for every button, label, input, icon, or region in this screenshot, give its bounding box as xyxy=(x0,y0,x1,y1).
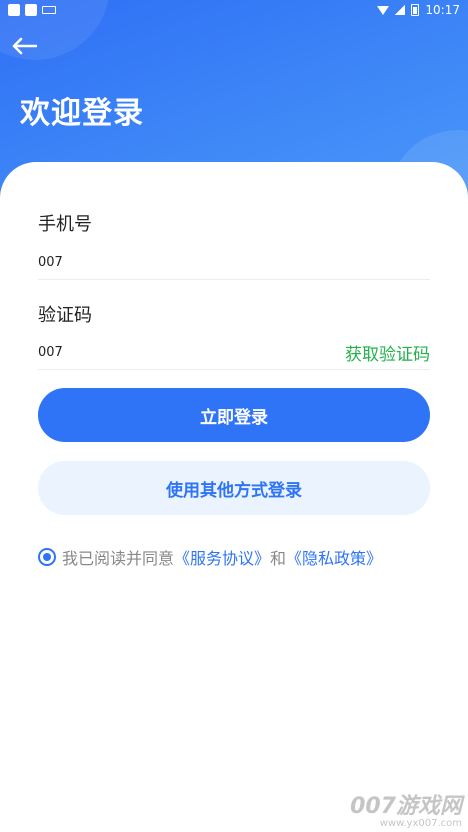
arrow-left-icon xyxy=(12,37,37,55)
signal-icon xyxy=(395,5,406,15)
privacy-policy-link[interactable]: 《隐私政策》 xyxy=(286,545,382,569)
check-dot-icon xyxy=(43,553,51,561)
code-divider xyxy=(38,369,430,370)
status-bar: 10:17 xyxy=(0,0,468,20)
get-code-button[interactable]: 获取验证码 xyxy=(345,340,430,365)
agreement-prefix: 我已阅读并同意 xyxy=(62,549,175,568)
code-label: 验证码 xyxy=(38,305,92,326)
agreement-checkbox[interactable] xyxy=(38,548,56,566)
phone-input[interactable] xyxy=(38,246,430,280)
app-notification-icon xyxy=(42,6,56,14)
agreement-row: 我已阅读并同意 《服务协议》 和 《隐私政策》 xyxy=(38,545,382,569)
page-title: 欢迎登录 xyxy=(20,96,144,131)
battery-icon xyxy=(411,4,420,16)
service-agreement-link[interactable]: 《服务协议》 xyxy=(174,545,270,569)
phone-label: 手机号 xyxy=(38,214,92,235)
other-login-button[interactable]: 使用其他方式登录 xyxy=(38,461,430,515)
status-time: 10:17 xyxy=(425,3,460,17)
watermark: 007游戏网 www.yx007.com xyxy=(350,788,462,829)
notification-icon xyxy=(8,4,20,16)
notification-icon xyxy=(25,4,37,16)
agreement-joiner: 和 xyxy=(270,549,287,568)
watermark-main: 007游戏网 xyxy=(350,794,462,819)
back-button[interactable] xyxy=(8,32,40,60)
code-input[interactable] xyxy=(38,336,338,370)
wifi-icon xyxy=(377,5,390,15)
login-button[interactable]: 立即登录 xyxy=(38,388,430,442)
